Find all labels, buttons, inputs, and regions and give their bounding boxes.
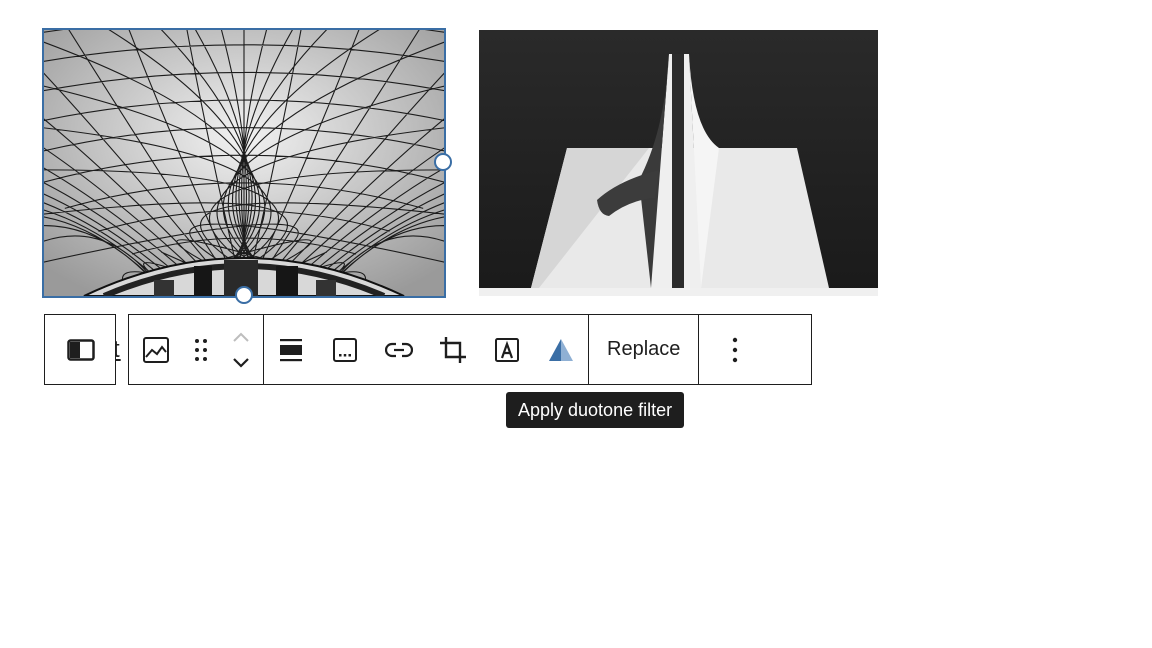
replace-group: Replace xyxy=(589,315,700,384)
caption-button[interactable] xyxy=(318,315,372,384)
duotone-filter-icon xyxy=(549,338,573,361)
block-type-button[interactable] xyxy=(129,315,183,384)
text-over-image-icon xyxy=(495,337,519,362)
text-over-image-button[interactable] xyxy=(480,315,534,384)
options-group xyxy=(699,315,771,384)
select-parent-button[interactable] xyxy=(45,315,117,384)
caption-icon xyxy=(333,337,357,362)
link-icon xyxy=(385,342,413,357)
chevron-down-icon xyxy=(233,357,249,368)
parent-block-toolbar xyxy=(44,314,116,385)
gallery-image-1[interactable] xyxy=(42,28,446,298)
chevron-up-icon xyxy=(233,332,249,342)
concrete-spire-photo xyxy=(479,30,878,296)
resize-handle-bottom[interactable] xyxy=(235,286,253,304)
image-tools-group xyxy=(264,315,589,384)
move-up-button[interactable] xyxy=(229,326,253,348)
columns-block-icon xyxy=(67,338,95,361)
crop-icon xyxy=(440,336,466,363)
move-down-button[interactable] xyxy=(229,352,253,374)
lattice-roof-photo xyxy=(44,30,444,296)
gallery-image-2[interactable] xyxy=(479,30,878,296)
align-full-icon xyxy=(280,338,302,361)
link-button[interactable] xyxy=(372,315,426,384)
block-movers xyxy=(219,315,263,384)
replace-button[interactable]: Replace xyxy=(589,315,698,384)
duotone-tooltip: Apply duotone filter xyxy=(506,392,685,428)
drag-handle[interactable] xyxy=(183,315,219,384)
crop-button[interactable] xyxy=(426,315,480,384)
duotone-button[interactable] xyxy=(534,315,588,384)
image-icon xyxy=(143,336,169,363)
resize-handle-right[interactable] xyxy=(434,153,452,171)
drag-handle-icon xyxy=(195,338,207,361)
more-vertical-icon xyxy=(733,337,738,362)
block-toolbar: Replace xyxy=(128,314,812,385)
align-button[interactable] xyxy=(264,315,318,384)
block-controls-group xyxy=(129,315,264,384)
options-button[interactable] xyxy=(699,315,771,384)
